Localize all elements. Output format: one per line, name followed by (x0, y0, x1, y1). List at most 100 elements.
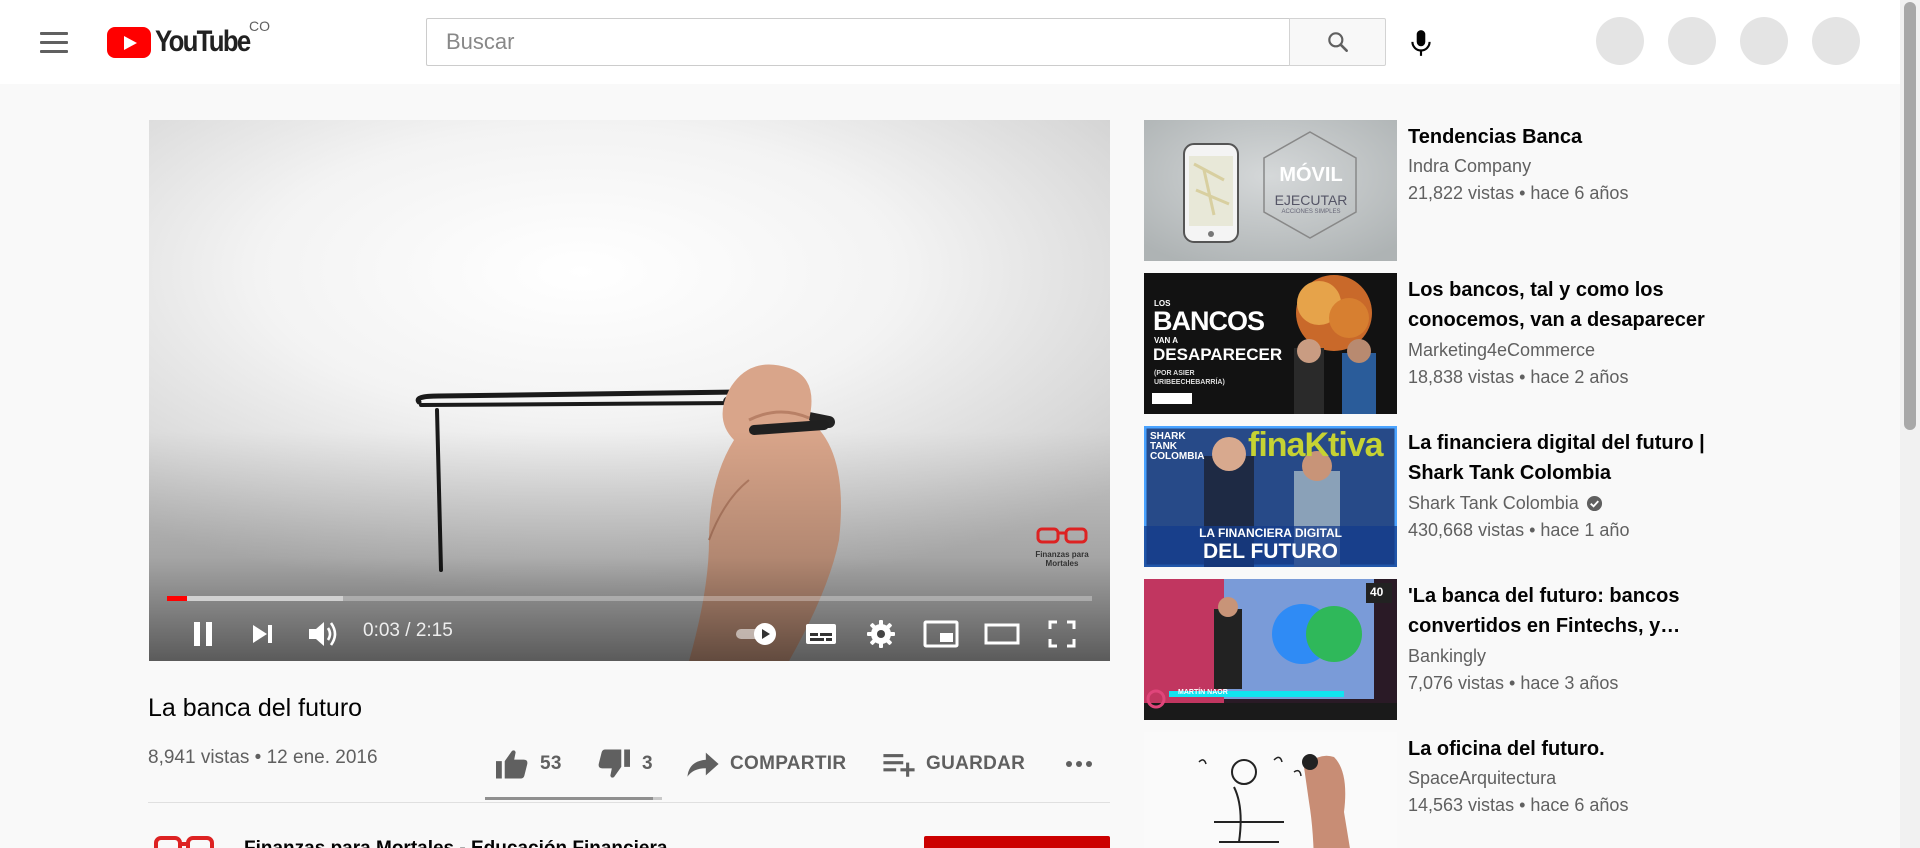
recommendation-item[interactable]: LOS BANCOS VAN A DESAPARECER (POR ASIER … (1144, 273, 1724, 414)
glasses-icon (1036, 527, 1088, 544)
create-button-placeholder[interactable] (1596, 17, 1644, 65)
thumb-text: SHARK TANK COLOMBIA (1150, 431, 1205, 462)
youtube-logo[interactable]: YouTube (107, 24, 265, 60)
thumb-text: MARTÍN NAOR (1178, 689, 1228, 696)
video-frame: Finanzas para Mortales (149, 120, 1110, 661)
like-button[interactable]: 53 (494, 744, 562, 784)
pause-icon (194, 622, 212, 646)
recommendation-item[interactable]: MÓVIL EJECUTAR ACCIONES SIMPLES Tendenci… (1144, 120, 1724, 261)
thumb-text: finaKtiva (1248, 426, 1384, 464)
theater-mode-button[interactable] (978, 610, 1026, 658)
save-button[interactable]: GUARDAR (882, 744, 1025, 784)
video-title: La banca del futuro (148, 694, 363, 722)
video-thumbnail[interactable]: MARTÍN NAOR 40 (1144, 579, 1397, 720)
thumbs-down-icon (598, 749, 630, 778)
search-button[interactable] (1289, 18, 1386, 66)
voice-search-button[interactable] (1400, 22, 1442, 64)
page-scrollbar[interactable] (1900, 0, 1920, 848)
skip-next-icon (253, 625, 272, 643)
share-label: COMPARTIR (730, 753, 847, 774)
apps-button-placeholder[interactable] (1668, 17, 1716, 65)
fullscreen-button[interactable] (1038, 610, 1086, 658)
recommendation-channel[interactable]: SpaceArquitectura (1408, 768, 1556, 789)
search-input[interactable] (446, 29, 1271, 55)
save-label: GUARDAR (926, 753, 1026, 774)
video-player[interactable]: Finanzas para Mortales 0:03 / 2:15 (149, 120, 1110, 661)
youtube-play-icon (107, 26, 151, 58)
recommendation-item[interactable]: La oficina del futuro. SpaceArquitectura… (1144, 732, 1724, 848)
more-horizontal-icon (1066, 761, 1092, 767)
video-thumbnail[interactable]: MÓVIL EJECUTAR ACCIONES SIMPLES (1144, 120, 1397, 261)
watermark-text: Finanzas para Mortales (1035, 550, 1089, 568)
settings-button-placeholder[interactable] (1740, 17, 1788, 65)
channel-row: Finanzas para Mortales - Educación Finan… (148, 836, 1110, 848)
next-button[interactable] (238, 610, 286, 658)
video-thumbnail[interactable] (1144, 732, 1397, 848)
recommendation-title[interactable]: Tendencias Banca (1408, 122, 1728, 152)
thumb-text: MÓVIL (1279, 164, 1343, 186)
search-icon (1327, 32, 1348, 52)
thumb-text: ACCIONES SIMPLES (1281, 209, 1341, 215)
recommendation-meta: 7,076 vistas • hace 3 años (1408, 673, 1619, 693)
miniplayer-button[interactable] (917, 610, 965, 658)
microphone-icon (1411, 30, 1431, 56)
video-thumbnail[interactable]: SHARK TANK COLOMBIA finaKtiva LA FINANCI… (1144, 426, 1397, 567)
more-actions-button[interactable] (1062, 744, 1096, 784)
video-thumbnail[interactable]: LOS BANCOS VAN A DESAPARECER (POR ASIER … (1144, 273, 1397, 414)
recommendation-title[interactable]: 'La banca del futuro: bancos convertidos… (1408, 581, 1728, 641)
recommendation-channel[interactable]: Bankingly (1408, 646, 1486, 667)
thumb-text: EJECUTAR (1274, 192, 1348, 208)
theater-mode-icon (984, 623, 1020, 645)
menu-button[interactable] (36, 26, 72, 58)
subtitles-button[interactable] (797, 610, 845, 658)
recommendation-meta: 18,838 vistas • hace 2 años (1408, 367, 1629, 387)
progress-played (167, 596, 188, 601)
logo-text: YouTube (155, 25, 251, 58)
recommendation-item[interactable]: SHARK TANK COLOMBIA finaKtiva LA FINANCI… (1144, 426, 1724, 567)
recommendation-title[interactable]: La financiera digital del futuro | Shark… (1408, 428, 1728, 488)
volume-button[interactable] (299, 610, 347, 658)
country-code: CO (249, 18, 270, 34)
video-meta: 8,941 vistas • 12 ene. 2016 (148, 747, 378, 768)
thumb-text: BANCOS (1153, 306, 1265, 336)
playlist-add-icon (883, 754, 915, 777)
sign-in-button-placeholder[interactable] (1812, 17, 1860, 65)
dislike-button[interactable]: 3 (596, 744, 653, 784)
settings-button[interactable] (857, 610, 905, 658)
share-button[interactable]: COMPARTIR (686, 744, 846, 784)
thumb-text: DEL FUTURO (1203, 540, 1338, 563)
thumb-text: DESAPARECER (1153, 345, 1283, 364)
masthead: YouTube CO (0, 0, 1900, 84)
scrollbar-thumb[interactable] (1904, 2, 1916, 430)
progress-bar[interactable] (167, 596, 1092, 601)
thumb-text: 40 (1370, 585, 1384, 599)
share-arrow-icon (687, 752, 719, 777)
recommendation-title[interactable]: Los bancos, tal y como los conocemos, va… (1408, 275, 1728, 335)
recommendation-channel[interactable]: Indra Company (1408, 156, 1531, 177)
subtitles-icon (806, 624, 836, 644)
divider (148, 802, 1110, 803)
thumb-text: VAN A (1154, 336, 1178, 345)
verified-badge-icon (1586, 495, 1602, 512)
miniplayer-icon (923, 620, 959, 648)
recommendation-title[interactable]: La oficina del futuro. (1408, 734, 1728, 764)
thumbs-up-icon (496, 750, 528, 779)
recommendation-meta: 14,563 vistas • hace 6 años (1408, 795, 1629, 815)
recommendation-channel[interactable]: Marketing4eCommerce (1408, 340, 1595, 361)
subscribe-button[interactable] (924, 836, 1110, 848)
menu-icon (40, 31, 68, 35)
like-count: 53 (540, 753, 562, 774)
recommendation-channel[interactable]: Shark Tank Colombia (1408, 493, 1603, 514)
search-box (426, 18, 1290, 66)
autoplay-toggle[interactable] (729, 610, 785, 658)
channel-name[interactable]: Finanzas para Mortales - Educación Finan… (244, 838, 667, 848)
sentiment-like-fill (485, 797, 654, 800)
sentiment-bar (485, 797, 662, 800)
recommendation-meta: 430,668 vistas • hace 1 año (1408, 520, 1630, 540)
fullscreen-icon (1048, 620, 1076, 648)
thumb-text: (POR ASIER URIBEECHEBARRÍA) (1154, 370, 1225, 386)
recommendation-item[interactable]: MARTÍN NAOR 40 'La banca del futuro: ban… (1144, 579, 1724, 720)
pause-button[interactable] (179, 610, 227, 658)
thumb-text: LA FINANCIERA DIGITAL (1199, 526, 1342, 540)
channel-avatar[interactable] (152, 836, 216, 848)
